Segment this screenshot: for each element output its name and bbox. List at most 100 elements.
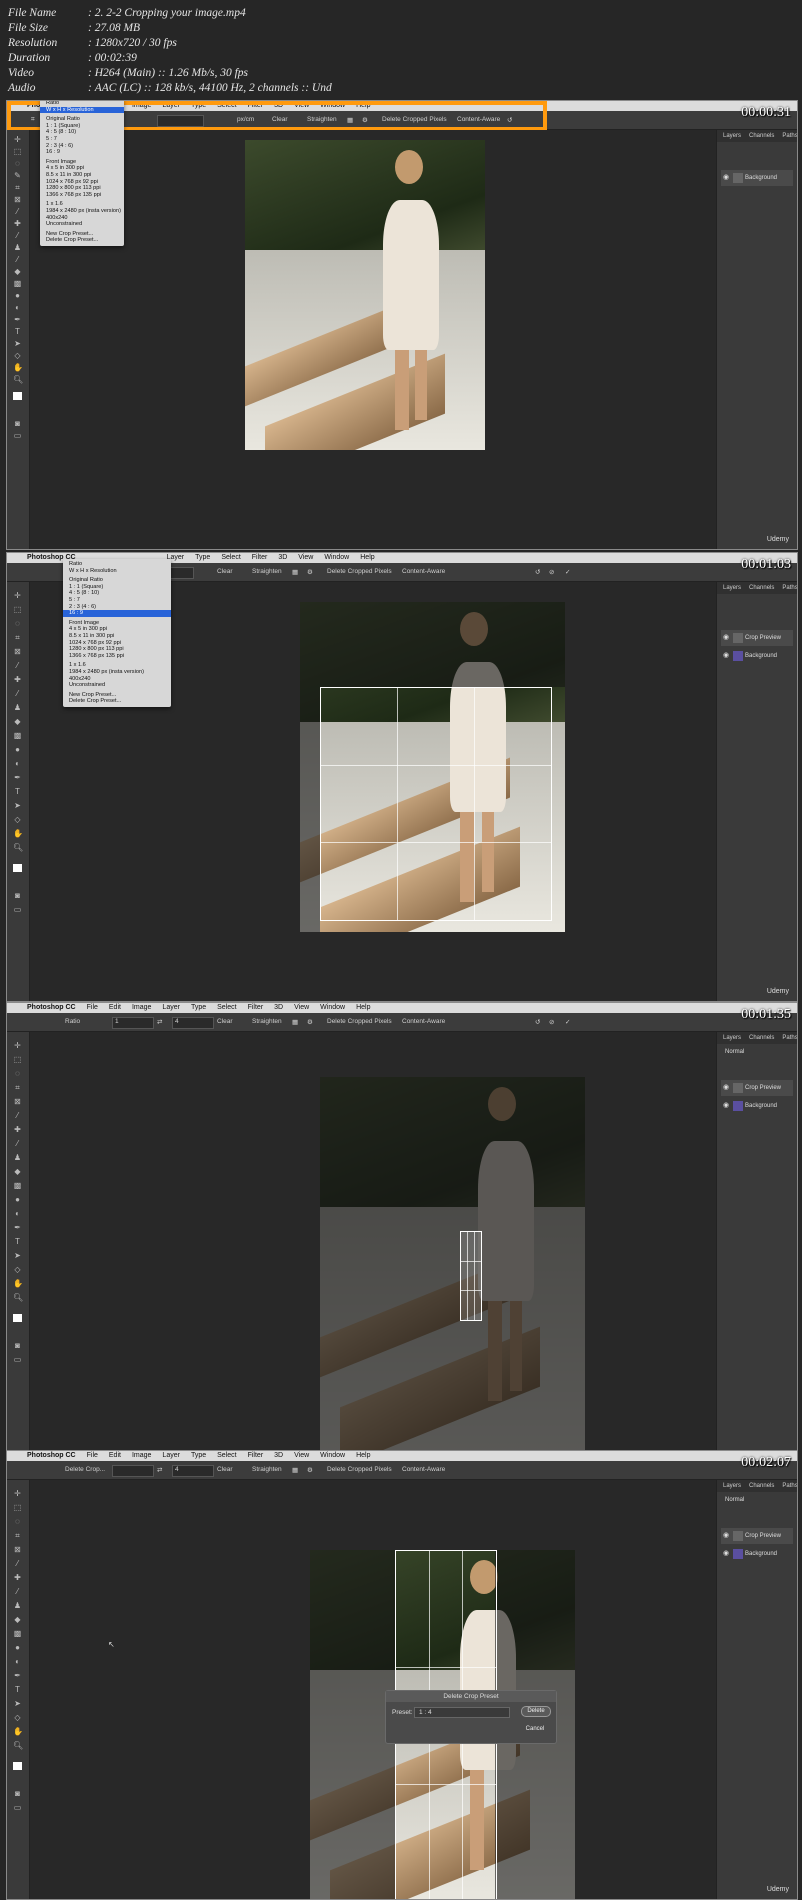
menu-item[interactable]: Front Image	[40, 159, 124, 166]
crop-box[interactable]	[460, 1231, 482, 1321]
type-tool-icon[interactable]: T	[13, 1686, 22, 1694]
preset-select[interactable]: 1 : 4	[414, 1707, 510, 1718]
move-tool-icon[interactable]: ✛	[13, 1042, 22, 1050]
clear-button[interactable]: Clear	[217, 1466, 233, 1473]
layer-row[interactable]: ◉ Background	[721, 170, 793, 186]
tab-channels[interactable]: Channels	[749, 1032, 774, 1044]
commit-icon[interactable]: ✓	[565, 1018, 570, 1026]
gear-icon[interactable]: ⚙	[307, 1466, 313, 1474]
stamp-tool-icon[interactable]: ♟	[13, 704, 22, 712]
brush-tool-icon[interactable]: ⁄	[13, 690, 22, 698]
dodge-tool-icon[interactable]: ◐	[13, 760, 22, 768]
path-select-icon[interactable]: ➤	[13, 802, 22, 810]
menu-filter[interactable]: Filter	[248, 1003, 264, 1013]
menu-item[interactable]: 400x240	[63, 676, 171, 683]
brush-tool-icon[interactable]: ⁄	[13, 1588, 22, 1596]
path-select-icon[interactable]: ➤	[13, 340, 22, 348]
foreground-color-icon[interactable]	[13, 1762, 22, 1770]
menu-3d[interactable]: 3D	[274, 1451, 283, 1461]
tab-channels[interactable]: Channels	[749, 130, 774, 142]
menu-item[interactable]: 1 : 1 (Square)	[63, 584, 171, 591]
zoom-tool-icon[interactable]: 🔍︎	[13, 1742, 23, 1750]
eraser-tool-icon[interactable]: ◆	[13, 268, 22, 276]
crop-tool-icon[interactable]: ⌗	[13, 634, 22, 642]
content-aware-checkbox[interactable]: Content-Aware	[402, 568, 445, 575]
quick-mask-icon[interactable]: ◙	[13, 1790, 22, 1798]
heal-tool-icon[interactable]: ✚	[13, 1574, 22, 1582]
cancel-icon[interactable]: ⊘	[549, 1018, 554, 1026]
foreground-color-icon[interactable]	[13, 864, 22, 872]
menu-item[interactable]: Front Image	[63, 620, 171, 627]
menu-item[interactable]: Original Ratio	[40, 116, 124, 123]
menu-window[interactable]: Window	[324, 553, 349, 563]
layer-row[interactable]: ◉ Crop Preview	[721, 1528, 793, 1544]
menu-item[interactable]: 5 : 7	[63, 597, 171, 604]
menu-type[interactable]: Type	[191, 1451, 206, 1461]
preset-select[interactable]: Delete Crop...	[65, 1466, 105, 1473]
delete-cropped-checkbox[interactable]: Delete Cropped Pixels	[327, 1018, 392, 1025]
menu-item-selected[interactable]: W x H x Resolution	[40, 106, 124, 114]
straighten-button[interactable]: Straighten	[252, 1018, 282, 1025]
menu-item[interactable]: 1 x 1.6	[40, 201, 124, 208]
eye-icon[interactable]: ◉	[723, 648, 729, 664]
menu-file[interactable]: File	[87, 1003, 98, 1013]
menu-item[interactable]: Delete Crop Preset...	[40, 237, 124, 244]
blur-tool-icon[interactable]: ●	[13, 1196, 22, 1204]
history-brush-icon[interactable]: ⁄	[13, 256, 22, 264]
crop-tool-icon[interactable]: ⌗	[13, 1532, 22, 1540]
gear-icon[interactable]: ⚙	[307, 1018, 313, 1026]
hand-tool-icon[interactable]: ✋	[13, 1728, 23, 1736]
dodge-tool-icon[interactable]: ◐	[13, 1658, 22, 1666]
menu-3d[interactable]: 3D	[278, 553, 287, 563]
clear-button[interactable]: Clear	[217, 1018, 233, 1025]
shape-tool-icon[interactable]: ◇	[13, 1266, 22, 1274]
screen-mode-icon[interactable]: ▭	[13, 1804, 22, 1812]
reset-icon[interactable]: ↺	[535, 1018, 540, 1026]
menu-item[interactable]: 1984 x 2480 px (insta version)	[63, 669, 171, 676]
tab-paths[interactable]: Paths	[782, 130, 797, 142]
layer-row[interactable]: ◉ Crop Preview	[721, 630, 793, 646]
grid-icon[interactable]: ▦	[292, 568, 298, 576]
layer-row[interactable]: ◉ Background	[721, 1546, 793, 1562]
menu-item[interactable]: 4 : 5 (8 : 10)	[63, 590, 171, 597]
marquee-tool-icon[interactable]: ⬚	[13, 1504, 22, 1512]
menu-select[interactable]: Select	[217, 1451, 236, 1461]
crop-preset-dropdown[interactable]: Ratio W x H x Resolution Original Ratio …	[40, 101, 124, 246]
frame-tool-icon[interactable]: ⊠	[13, 1098, 22, 1106]
eyedropper-icon[interactable]: ⁄	[13, 208, 22, 216]
heal-tool-icon[interactable]: ✚	[13, 1126, 22, 1134]
crop-preset-dropdown[interactable]: Ratio W x H x Resolution Original Ratio …	[63, 559, 171, 707]
menu-help[interactable]: Help	[360, 553, 374, 563]
hand-tool-icon[interactable]: ✋	[13, 364, 23, 372]
move-tool-icon[interactable]: ✛	[13, 136, 22, 144]
menu-item-selected[interactable]: 16 : 9	[63, 610, 171, 617]
canvas-area[interactable]	[30, 130, 716, 549]
menu-item[interactable]: 16 : 9	[40, 149, 124, 156]
menu-select[interactable]: Select	[217, 1003, 236, 1013]
crop-box[interactable]	[320, 687, 552, 921]
menu-item[interactable]: Ratio	[40, 101, 124, 107]
stamp-tool-icon[interactable]: ♟	[13, 244, 22, 252]
menu-item[interactable]: 1366 x 768 px 135 ppi	[40, 192, 124, 199]
tab-paths[interactable]: Paths	[782, 1032, 797, 1044]
menu-item[interactable]: 1280 x 800 px 113 ppi	[63, 646, 171, 653]
eraser-tool-icon[interactable]: ◆	[13, 1616, 22, 1624]
layer-row[interactable]: ◉ Background	[721, 1098, 793, 1114]
canvas-area[interactable]	[30, 1032, 716, 1451]
eyedropper-icon[interactable]: ⁄	[13, 1560, 22, 1568]
hand-tool-icon[interactable]: ✋	[13, 830, 23, 838]
menu-item[interactable]: 1024 x 768 px 92 ppi	[40, 179, 124, 186]
shape-tool-icon[interactable]: ◇	[13, 816, 22, 824]
screen-mode-icon[interactable]: ▭	[13, 1356, 22, 1364]
move-tool-icon[interactable]: ✛	[13, 1490, 22, 1498]
marquee-tool-icon[interactable]: ⬚	[13, 148, 22, 156]
move-tool-icon[interactable]: ✛	[13, 592, 22, 600]
lasso-tool-icon[interactable]: ◌	[13, 1070, 22, 1078]
swap-icon[interactable]: ⇄	[157, 1018, 162, 1026]
menu-item[interactable]: Delete Crop Preset...	[63, 698, 171, 705]
menu-item[interactable]: 5 : 7	[40, 136, 124, 143]
type-tool-icon[interactable]: T	[13, 1238, 22, 1246]
frame-tool-icon[interactable]: ⊠	[13, 1546, 22, 1554]
type-tool-icon[interactable]: T	[13, 328, 22, 336]
dodge-tool-icon[interactable]: ◐	[13, 304, 22, 312]
